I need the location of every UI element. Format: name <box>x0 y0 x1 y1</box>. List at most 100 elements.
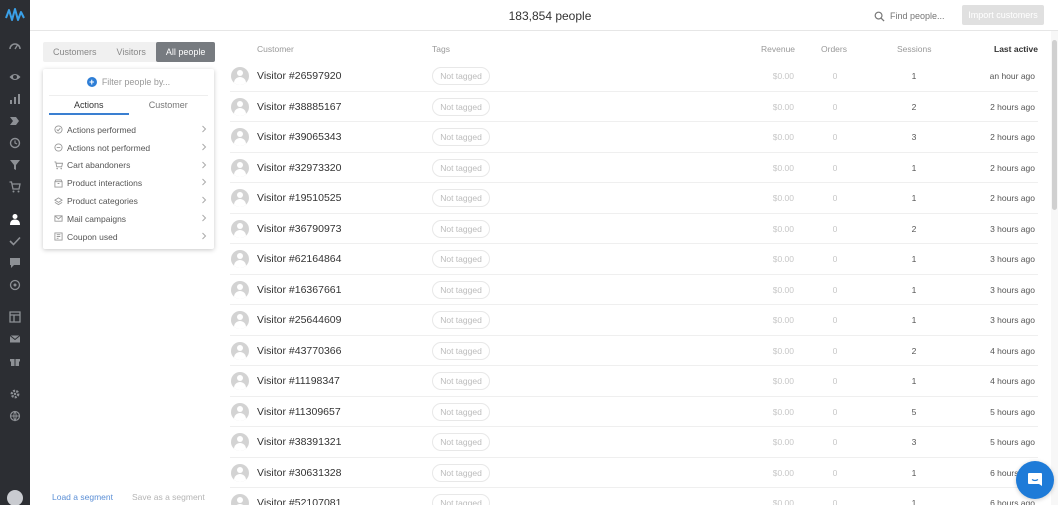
dashboard-icon[interactable] <box>7 38 23 54</box>
person-icon[interactable] <box>7 211 23 227</box>
customer-name[interactable]: Visitor #62164864 <box>257 253 341 265</box>
bar-chart-icon[interactable] <box>7 91 23 107</box>
revenue-value: $0.00 <box>772 223 794 234</box>
column-header-revenue[interactable]: Revenue <box>761 44 795 54</box>
table-row[interactable]: Visitor #38885167 Not tagged $0.00 0 2 2 hour… <box>230 92 1038 122</box>
column-header-last-active[interactable]: Last active <box>994 44 1038 54</box>
tag-badge[interactable]: Not tagged <box>432 219 490 238</box>
eye-icon[interactable] <box>7 69 23 85</box>
layout-icon[interactable] <box>7 309 23 325</box>
filter-item-coupon-used[interactable]: Coupon used <box>53 228 208 246</box>
customer-name[interactable]: Visitor #43770366 <box>257 345 341 357</box>
customer-name[interactable]: Visitor #16367661 <box>257 284 341 296</box>
table-row[interactable]: Visitor #11198347 Not tagged $0.00 0 1 4 hour… <box>230 366 1038 397</box>
table-row[interactable]: Visitor #62164864 Not tagged $0.00 0 1 3 hour… <box>230 244 1038 275</box>
table-row[interactable]: Visitor #25644609 Not tagged $0.00 0 1 3 hour… <box>230 305 1038 336</box>
customer-name[interactable]: Visitor #26597920 <box>257 70 341 82</box>
load-segment-link[interactable]: Load a segment <box>52 492 113 502</box>
customer-name[interactable]: Visitor #11198347 <box>257 375 340 387</box>
filter-icon[interactable] <box>7 157 23 173</box>
funnel-arrows-icon[interactable] <box>7 113 23 129</box>
column-header-tags[interactable]: Tags <box>432 44 450 54</box>
customer-name[interactable]: Visitor #39065343 <box>257 131 341 143</box>
chevron-right-icon <box>202 179 207 186</box>
scrollbar-thumb[interactable] <box>1052 40 1057 210</box>
last-active-value: an hour ago <box>989 71 1035 81</box>
table-row[interactable]: Visitor #39065343 Not tagged $0.00 0 3 2 hour… <box>230 122 1038 153</box>
history-icon[interactable] <box>7 135 23 151</box>
chat-button[interactable] <box>1016 461 1054 499</box>
table-row[interactable]: Visitor #43770366 Not tagged $0.00 0 2 4 hour… <box>230 336 1038 366</box>
globe-icon[interactable] <box>7 408 23 424</box>
find-people[interactable] <box>874 9 964 23</box>
orders-value: 0 <box>832 101 838 112</box>
filter-placeholder[interactable]: Filter people by... <box>102 77 170 87</box>
tag-badge[interactable]: Not tagged <box>432 250 490 268</box>
app-logo[interactable] <box>5 6 25 24</box>
table-row[interactable]: Visitor #26597920 Not tagged $0.00 0 1 an hou… <box>230 61 1038 92</box>
tab-customers[interactable]: Customers <box>43 42 107 62</box>
tag-badge[interactable]: Not tagged <box>432 494 490 505</box>
check-icon[interactable] <box>7 233 23 249</box>
tag-badge[interactable]: Not tagged <box>432 311 490 329</box>
customer-name[interactable]: Visitor #11309657 <box>257 406 341 418</box>
filter-item-cart-abandoners[interactable]: Cart abandoners <box>53 157 208 175</box>
filter-item-product-categories[interactable]: Product categories <box>53 192 208 210</box>
column-header-customer[interactable]: Customer <box>257 44 294 54</box>
search-input[interactable] <box>890 11 960 21</box>
tag-badge[interactable]: Not tagged <box>432 372 490 390</box>
filter-item-mail-campaigns[interactable]: Mail campaigns <box>53 210 208 228</box>
add-filter-icon[interactable]: + <box>86 77 97 87</box>
customer-name[interactable]: Visitor #38885167 <box>257 101 341 113</box>
table-row[interactable]: Visitor #38391321 Not tagged $0.00 0 3 5 hour… <box>230 427 1038 458</box>
table-row[interactable]: Visitor #16367661 Not tagged $0.00 0 1 3 hour… <box>230 275 1038 305</box>
tag-badge[interactable]: Not tagged <box>432 158 490 177</box>
tag-badge[interactable]: Not tagged <box>432 463 490 482</box>
table-row[interactable]: Visitor #19510525 Not tagged $0.00 0 1 2 hour… <box>230 183 1038 214</box>
customer-name[interactable]: Visitor #19510525 <box>257 192 341 204</box>
tab-all-people[interactable]: All people <box>155 42 216 62</box>
tag-badge[interactable]: Not tagged <box>432 402 490 421</box>
avatar <box>231 372 249 390</box>
cart-icon[interactable] <box>7 179 23 195</box>
user-avatar[interactable] <box>7 490 23 505</box>
tag-badge[interactable]: Not tagged <box>432 280 490 299</box>
mail-icon[interactable] <box>7 331 23 347</box>
gear-icon[interactable] <box>7 386 23 402</box>
customer-name[interactable]: Visitor #30631328 <box>257 467 341 479</box>
tag-badge[interactable]: Not tagged <box>432 67 490 85</box>
gift-icon[interactable] <box>7 353 23 369</box>
tag-badge[interactable]: Not tagged <box>432 128 490 146</box>
tag-badge[interactable]: Not tagged <box>432 189 490 207</box>
filter-item-product-interactions[interactable]: Product interactions <box>53 174 208 192</box>
tag-badge[interactable]: Not tagged <box>432 341 490 360</box>
customer-name[interactable]: Visitor #36790973 <box>257 223 341 235</box>
customer-name[interactable]: Visitor #32973320 <box>257 162 341 174</box>
message-icon[interactable] <box>7 255 23 271</box>
column-header-orders[interactable]: Orders <box>821 44 847 54</box>
filter-item-actions-performed[interactable]: Actions performed <box>53 121 208 139</box>
tab-visitors[interactable]: Visitors <box>107 42 156 62</box>
tag-badge[interactable]: Not tagged <box>432 97 490 116</box>
tab-actions[interactable]: Actions <box>49 96 129 115</box>
orders-value: 0 <box>832 254 838 264</box>
column-header-sessions[interactable]: Sessions <box>897 44 932 54</box>
table-row[interactable]: Visitor #32973320 Not tagged $0.00 0 1 2 hour… <box>230 153 1038 183</box>
filter-search[interactable]: + Filter people by... <box>43 75 214 89</box>
target-icon[interactable] <box>7 277 23 293</box>
filter-item-actions-not-performed[interactable]: Actions not performed <box>53 139 208 157</box>
customer-name[interactable]: Visitor #38391321 <box>257 436 341 448</box>
tab-customer[interactable]: Customer <box>129 96 209 115</box>
customer-name[interactable]: Visitor #25644609 <box>257 314 341 326</box>
customer-name[interactable]: Visitor #52107081 <box>257 497 341 505</box>
table-row[interactable]: Visitor #30631328 Not tagged $0.00 0 1 6 hour… <box>230 458 1038 488</box>
layers-icon <box>53 196 63 206</box>
save-segment-link[interactable]: Save as a segment <box>132 492 205 502</box>
table-row[interactable]: Visitor #11309657 Not tagged $0.00 0 5 5 hour… <box>230 397 1038 427</box>
orders-value: 0 <box>832 467 838 478</box>
table-row[interactable]: Visitor #52107081 Not tagged $0.00 0 1 6 hour… <box>230 488 1038 505</box>
chevron-right-icon <box>202 232 207 240</box>
import-customers-button[interactable]: Import customers <box>962 5 1044 25</box>
tag-badge[interactable]: Not tagged <box>432 433 490 451</box>
table-row[interactable]: Visitor #36790973 Not tagged $0.00 0 2 3 hour… <box>230 214 1038 244</box>
